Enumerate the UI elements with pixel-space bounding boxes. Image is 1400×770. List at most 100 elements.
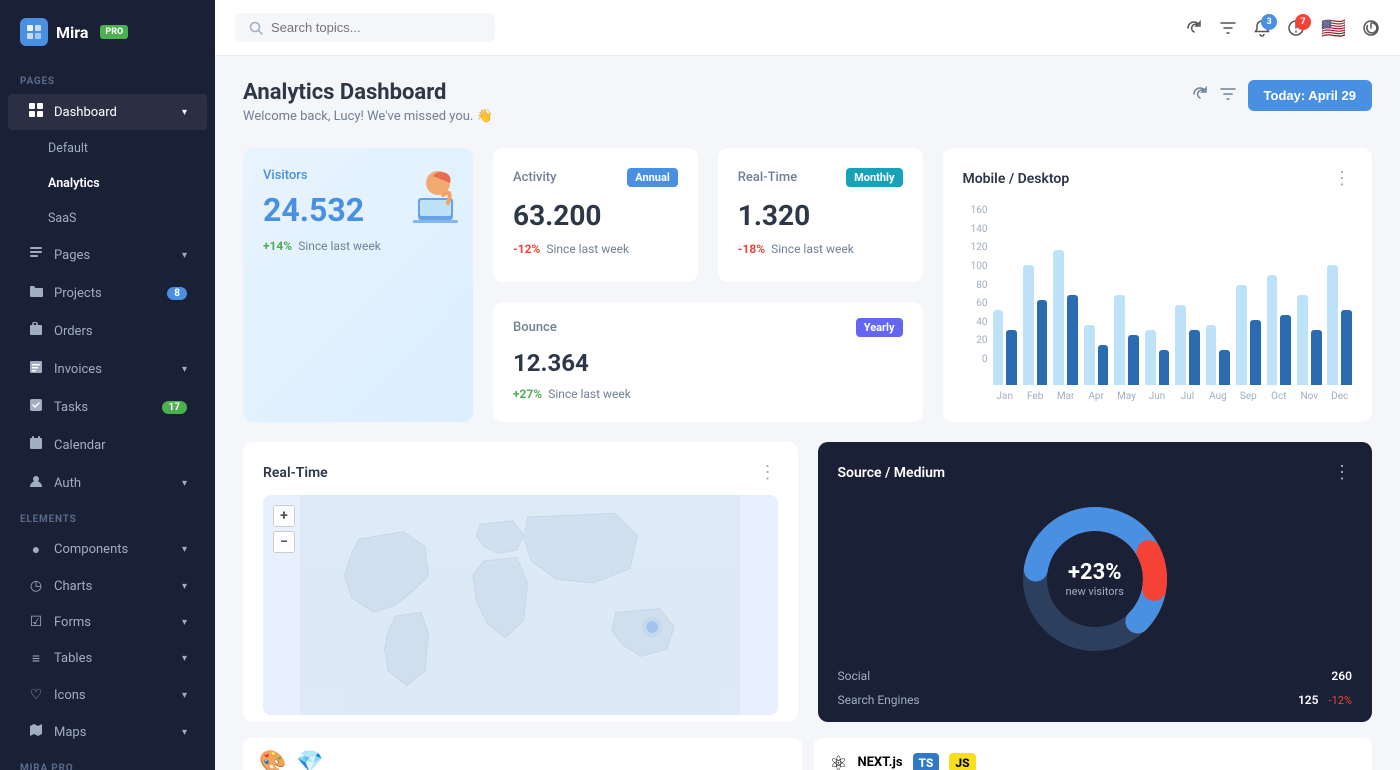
- logo-area: Mira PRO: [0, 0, 215, 64]
- search-input[interactable]: [271, 20, 471, 35]
- activity-delta: -12%: [513, 242, 540, 256]
- header-actions: Today: April 29: [1192, 80, 1372, 111]
- topbar: 3 7 🇺🇸: [215, 0, 1400, 56]
- donut-percentage: +23%: [1066, 560, 1124, 585]
- sidebar-item-maps[interactable]: Maps ▾: [8, 714, 207, 750]
- sidebar-item-label: Calendar: [54, 438, 187, 453]
- date-button[interactable]: Today: April 29: [1248, 80, 1372, 111]
- auth-icon: [28, 474, 44, 492]
- x-label: Mar: [1053, 391, 1077, 402]
- activity-value: 63.200: [513, 199, 678, 232]
- sidebar-item-label: SaaS: [48, 211, 187, 226]
- dark-bar: [1341, 310, 1352, 385]
- sidebar-item-orders[interactable]: Orders: [8, 313, 207, 349]
- source-more-options[interactable]: ⋮: [1333, 462, 1352, 483]
- app-name: Mira: [56, 23, 88, 42]
- sidebar: Mira PRO PAGES Dashboard ▾ Default Analy…: [0, 0, 215, 770]
- x-label: Sep: [1236, 391, 1260, 402]
- chevron-down-icon: ▾: [182, 653, 187, 664]
- visitors-illustration: [378, 158, 468, 243]
- sidebar-item-label: Forms: [54, 615, 172, 630]
- notifications-icon[interactable]: 3: [1253, 19, 1271, 37]
- calendar-icon: [28, 436, 44, 454]
- map-controls: + −: [273, 505, 295, 553]
- page-title: Analytics Dashboard: [243, 80, 493, 105]
- chart-more-options[interactable]: ⋮: [1333, 168, 1352, 189]
- brand-icons-section: 🎨 💎 ⚛ NEXT.js TS JS: [243, 738, 1372, 770]
- alerts-icon[interactable]: 7: [1287, 19, 1305, 37]
- light-bar: [1206, 325, 1217, 385]
- sidebar-item-auth[interactable]: Auth ▾: [8, 465, 207, 501]
- sidebar-item-label: Pages: [54, 248, 172, 263]
- light-bar: [1267, 275, 1278, 385]
- realtime-stat-card: Real-Time Monthly 1.320 -18% Since last …: [718, 148, 923, 282]
- filter-button[interactable]: [1220, 86, 1236, 106]
- realtime-card-title: Real-Time: [738, 170, 797, 185]
- zoom-out-button[interactable]: −: [273, 531, 295, 553]
- sidebar-item-calendar[interactable]: Calendar: [8, 427, 207, 463]
- sidebar-item-charts[interactable]: ◷ Charts ▾: [8, 569, 207, 603]
- filter-icon[interactable]: [1219, 19, 1237, 37]
- sidebar-item-analytics[interactable]: Analytics: [8, 167, 207, 200]
- logo-icon: [20, 18, 48, 46]
- sidebar-item-components[interactable]: ● Components ▾: [8, 532, 207, 567]
- bar-group: [1114, 295, 1138, 385]
- bounce-delta: +27%: [513, 387, 542, 401]
- nextjs-label: NEXT.js: [857, 755, 902, 770]
- sidebar-item-invoices[interactable]: Invoices ▾: [8, 351, 207, 387]
- dark-bar: [1219, 350, 1230, 385]
- page-subtitle: Welcome back, Lucy! We've missed you. 👋: [243, 109, 493, 124]
- dark-bar: [1098, 345, 1109, 385]
- flag-icon[interactable]: 🇺🇸: [1321, 16, 1346, 40]
- bounce-since: Since last week: [548, 387, 631, 401]
- source-medium-card: Source / Medium ⋮: [818, 442, 1373, 722]
- sidebar-item-default[interactable]: Default: [8, 132, 207, 165]
- sidebar-item-label: Maps: [54, 725, 172, 740]
- x-label: Jun: [1145, 391, 1169, 402]
- dark-bar: [1128, 335, 1139, 385]
- brand-card-figma-sketch: 🎨 💎: [243, 738, 802, 770]
- sidebar-item-saas[interactable]: SaaS: [8, 202, 207, 235]
- zoom-in-button[interactable]: +: [273, 505, 295, 527]
- sidebar-item-projects[interactable]: Projects 8: [8, 275, 207, 311]
- realtime-more-options[interactable]: ⋮: [759, 462, 778, 483]
- tasks-badge: 17: [162, 401, 187, 414]
- chevron-down-icon: ▾: [182, 581, 187, 592]
- chevron-down-icon: ▾: [182, 478, 187, 489]
- x-label: Nov: [1297, 391, 1321, 402]
- power-icon[interactable]: [1362, 19, 1380, 37]
- sidebar-item-tasks[interactable]: Tasks 17: [8, 389, 207, 425]
- source-value: 260: [1331, 669, 1352, 683]
- sidebar-item-label: Analytics: [48, 176, 187, 191]
- source-title: Source / Medium: [838, 465, 946, 481]
- page-header: Analytics Dashboard Welcome back, Lucy! …: [243, 80, 1372, 124]
- redux-icon: ⚛: [830, 751, 848, 770]
- sidebar-item-icons[interactable]: ♡ Icons ▾: [8, 678, 207, 712]
- sidebar-item-label: Charts: [54, 579, 172, 594]
- elements-section-label: ELEMENTS: [0, 502, 215, 531]
- topbar-icons: 3 7 🇺🇸: [1185, 16, 1380, 40]
- visitors-stat-card: Visitors 24.532 +14% Since last week: [243, 148, 473, 422]
- source-delta: -12%: [1329, 694, 1352, 707]
- map-svg: [263, 495, 778, 715]
- invoices-icon: [28, 360, 44, 378]
- bar-group: [1327, 265, 1351, 385]
- search-box[interactable]: [235, 13, 495, 42]
- sidebar-item-forms[interactable]: ☑ Forms ▾: [8, 605, 207, 639]
- sidebar-item-label: Dashboard: [54, 105, 172, 120]
- sidebar-item-label: Projects: [54, 286, 157, 301]
- bounce-value: 12.364: [513, 349, 903, 377]
- bar-group: [993, 310, 1017, 385]
- dark-bar: [1006, 330, 1017, 385]
- main-content: 3 7 🇺🇸: [215, 0, 1400, 770]
- page-content: Analytics Dashboard Welcome back, Lucy! …: [215, 56, 1400, 770]
- typescript-badge: TS: [913, 753, 940, 770]
- sidebar-item-dashboard[interactable]: Dashboard ▾: [8, 94, 207, 130]
- sidebar-item-label: Tables: [54, 651, 172, 666]
- refresh-button[interactable]: [1192, 86, 1208, 106]
- sidebar-item-pages[interactable]: Pages ▾: [8, 237, 207, 273]
- sidebar-item-tables[interactable]: ≡ Tables ▾: [8, 641, 207, 676]
- refresh-icon[interactable]: [1185, 19, 1203, 37]
- light-bar: [1023, 265, 1034, 385]
- dark-bar: [1037, 300, 1048, 385]
